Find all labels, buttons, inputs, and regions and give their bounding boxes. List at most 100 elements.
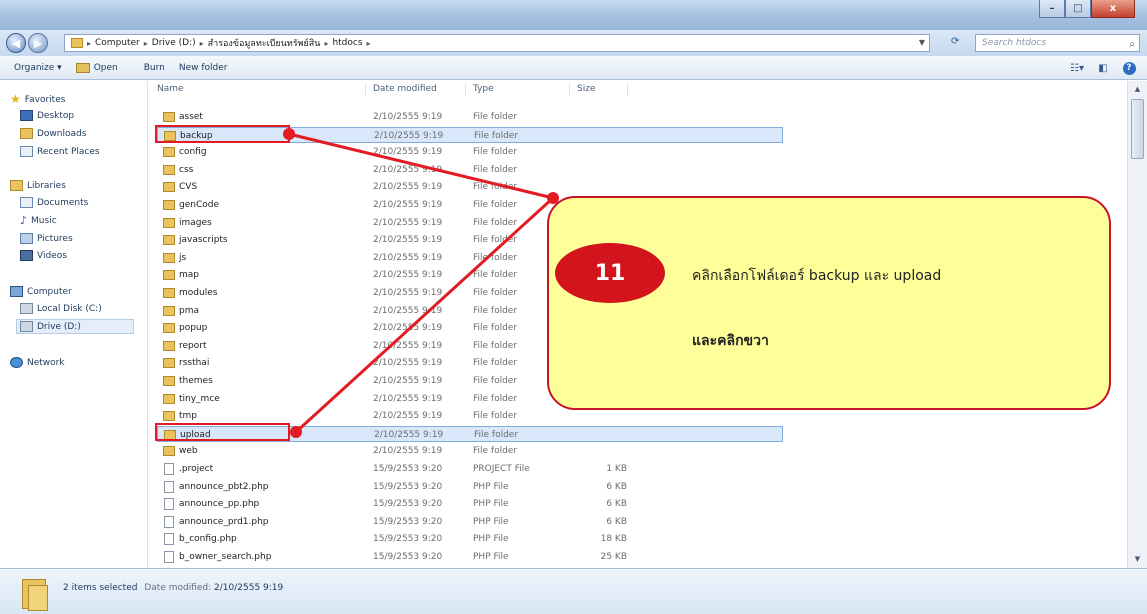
preview-pane-icon[interactable]: ◧ <box>1095 60 1111 76</box>
new-folder-button[interactable]: New folder <box>179 63 228 73</box>
nav-documents[interactable]: Documents <box>20 197 88 208</box>
file-row[interactable]: b_config.php 15/9/2553 9:20 PHP File 18 KB <box>157 531 783 547</box>
file-icon <box>164 498 174 511</box>
date-modified-label: Date modified: <box>144 583 212 593</box>
file-row[interactable]: .project 15/9/2553 9:20 PROJECT File 1 KB <box>157 461 783 477</box>
nav-pictures[interactable]: Pictures <box>20 233 73 244</box>
file-date-modified: 2/10/2555 9:19 <box>373 235 443 246</box>
file-row[interactable]: tmp 2/10/2555 9:19 File folder <box>157 408 783 424</box>
column-divider[interactable] <box>465 83 466 96</box>
open-button[interactable]: Open <box>75 62 118 73</box>
nav-recent-places[interactable]: Recent Places <box>20 146 100 157</box>
file-date-modified: 2/10/2555 9:19 <box>373 376 443 386</box>
address-dropdown-icon[interactable]: ▼ <box>919 38 925 47</box>
folder-icon <box>163 112 175 122</box>
folder-icon <box>163 217 175 228</box>
file-type: PHP File <box>473 499 509 510</box>
file-row[interactable]: announce_pp.php 15/9/2553 9:20 PHP File 6 K… <box>157 496 783 512</box>
search-input[interactable]: Search htdocs ⌕ <box>975 34 1140 52</box>
file-type: File folder <box>473 340 518 351</box>
column-divider[interactable] <box>365 83 366 96</box>
nav-desktop[interactable]: Desktop <box>20 110 74 121</box>
file-size: 18 KB <box>600 534 627 545</box>
instruction-callout <box>547 196 1111 410</box>
file-row[interactable]: web 2/10/2555 9:19 File folder <box>157 443 783 459</box>
window-titlebar: – □ x <box>0 0 1147 30</box>
scroll-up-icon[interactable]: ▲ <box>1131 83 1144 96</box>
file-size: 6 KB <box>606 481 627 492</box>
file-type: File folder <box>473 164 518 175</box>
downloads-icon <box>20 128 33 139</box>
file-name: images <box>179 217 212 228</box>
file-date-modified: 2/10/2555 9:19 <box>374 429 444 440</box>
scroll-thumb[interactable] <box>1131 99 1144 159</box>
vertical-scrollbar[interactable]: ▲ ▼ <box>1127 81 1147 568</box>
burn-button[interactable]: Burn <box>144 63 165 73</box>
breadcrumb-computer[interactable]: Computer <box>95 38 140 48</box>
nav-drive-d[interactable]: Drive (D:) <box>16 319 134 334</box>
file-type: File folder <box>473 376 518 386</box>
change-view-icon[interactable]: ☷▾ <box>1069 60 1085 76</box>
nav-favorites[interactable]: ★ Favorites <box>10 93 65 105</box>
column-header-type[interactable]: Type <box>473 84 494 94</box>
file-type: File folder <box>473 411 518 422</box>
nav-label: Documents <box>37 197 89 208</box>
nav-music[interactable]: ♪ Music <box>20 215 57 226</box>
file-type: File folder <box>473 147 518 158</box>
file-row[interactable]: css 2/10/2555 9:19 File folder <box>157 162 783 178</box>
organize-button[interactable]: Organize ▾ <box>14 63 62 73</box>
column-header-size[interactable]: Size <box>577 84 595 94</box>
file-date-modified: 2/10/2555 9:19 <box>373 270 443 281</box>
nav-libraries[interactable]: Libraries <box>10 180 66 191</box>
back-button[interactable]: ◀ <box>6 33 26 53</box>
nav-network[interactable]: Network <box>10 357 65 368</box>
file-date-modified: 2/10/2555 9:19 <box>373 305 443 316</box>
file-date-modified: 2/10/2555 9:19 <box>373 340 443 351</box>
file-name: rssthai <box>179 358 210 369</box>
breadcrumb-separator-icon: ▸ <box>324 38 329 48</box>
column-divider[interactable] <box>627 83 628 96</box>
file-row[interactable]: announce_pbt2.php 15/9/2553 9:20 PHP File 6… <box>157 479 783 495</box>
folder-icon <box>163 235 175 246</box>
breadcrumb-htdocs[interactable]: htdocs <box>332 38 362 48</box>
file-row[interactable]: config 2/10/2555 9:19 File folder <box>157 144 783 160</box>
recent-places-icon <box>20 146 33 157</box>
file-row[interactable]: b_owner_search.php 15/9/2553 9:20 PHP File… <box>157 549 783 565</box>
close-button[interactable]: x <box>1091 0 1135 18</box>
breadcrumb-drive[interactable]: Drive (D:) <box>152 38 196 48</box>
column-divider[interactable] <box>569 83 570 96</box>
refresh-icon[interactable]: ⟳ <box>951 36 959 47</box>
search-icon[interactable]: ⌕ <box>1129 37 1135 53</box>
breadcrumb-folder[interactable]: สำรองข้อมูลทะเบียนทรัพย์สิน <box>208 36 321 50</box>
minimize-button[interactable]: – <box>1039 0 1065 18</box>
file-type: File folder <box>473 358 518 369</box>
file-type: File folder <box>473 270 518 281</box>
breadcrumb-separator-icon: ▸ <box>366 38 371 48</box>
column-header-date[interactable]: Date modified <box>373 84 437 94</box>
nav-computer[interactable]: Computer <box>10 286 72 297</box>
file-row[interactable]: CVS 2/10/2555 9:19 File folder <box>157 179 783 195</box>
address-bar[interactable]: ▸ Computer ▸ Drive (D:) ▸ สำรองข้อมูลทะเ… <box>64 34 930 52</box>
help-button[interactable]: ? <box>1121 60 1137 76</box>
file-date-modified: 2/10/2555 9:19 <box>373 182 443 193</box>
scroll-down-icon[interactable]: ▼ <box>1131 553 1144 566</box>
file-name: asset <box>179 112 203 122</box>
nav-videos[interactable]: Videos <box>20 250 67 261</box>
nav-label: Desktop <box>37 110 75 121</box>
file-row[interactable]: asset 2/10/2555 9:19 File folder <box>157 109 783 125</box>
file-type: PHP File <box>473 481 509 492</box>
hard-disk-icon <box>20 303 33 314</box>
file-row[interactable]: announce_prd1.php 15/9/2553 9:20 PHP File 6… <box>157 514 783 530</box>
forward-button[interactable]: ▶ <box>28 33 48 53</box>
file-name: b_owner_search.php <box>179 552 272 562</box>
maximize-button[interactable]: □ <box>1065 0 1091 18</box>
documents-icon <box>20 197 33 208</box>
nav-downloads[interactable]: Downloads <box>20 128 86 139</box>
file-type: File folder <box>473 446 518 457</box>
folder-icon <box>163 358 175 369</box>
nav-local-disk[interactable]: Local Disk (C:) <box>20 303 102 314</box>
file-date-modified: 2/10/2555 9:19 <box>373 200 443 210</box>
column-header-name[interactable]: Name <box>157 84 184 94</box>
file-date-modified: 15/9/2553 9:20 <box>373 552 443 562</box>
help-icon: ? <box>1122 61 1136 75</box>
